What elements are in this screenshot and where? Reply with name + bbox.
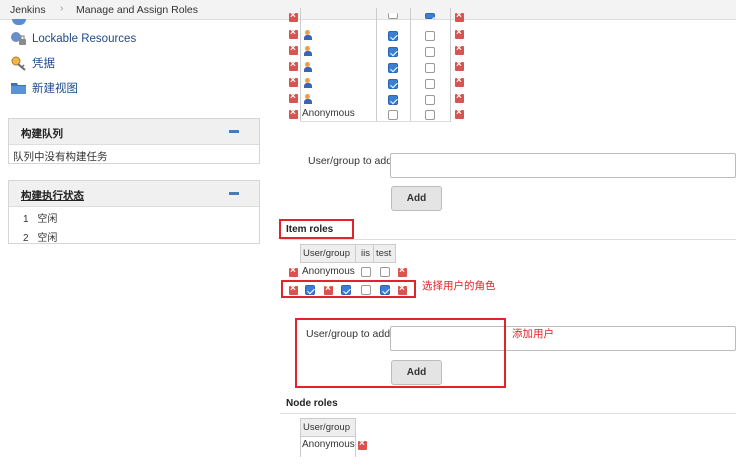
role-checkbox[interactable] <box>388 31 398 41</box>
sidebar-item-credentials[interactable]: 凭据 <box>10 54 55 72</box>
breadcrumb-home[interactable]: Jenkins <box>10 4 46 16</box>
user-icon <box>304 46 312 56</box>
executor-state: 空闲 <box>37 214 58 225</box>
role-checkbox[interactable] <box>388 79 398 89</box>
column-header-user-group: User/group <box>303 422 350 433</box>
executor-number: 2 <box>23 233 29 244</box>
breadcrumb: Jenkins › Manage and Assign Roles <box>0 0 736 20</box>
delete-icon[interactable] <box>289 107 298 119</box>
global-add-button[interactable]: Add <box>391 186 442 211</box>
column-header-iis: iis <box>361 248 370 259</box>
role-checkbox[interactable] <box>425 63 435 73</box>
role-checkbox-test[interactable] <box>380 267 390 277</box>
user-icon <box>304 94 312 104</box>
delete-icon[interactable] <box>398 265 407 277</box>
user-icon <box>304 62 312 72</box>
sidebar-item-new-view[interactable]: 新建视图 <box>10 79 78 97</box>
row-user-name: Anonymous <box>302 266 355 277</box>
annotation-add-user: 添加用户 <box>512 328 554 340</box>
role-checkbox[interactable] <box>388 47 398 57</box>
role-checkbox[interactable] <box>425 47 435 57</box>
collapse-icon[interactable] <box>229 130 239 133</box>
delete-icon[interactable] <box>289 59 298 71</box>
user-icon <box>304 78 312 88</box>
annotation-select-role: 选择用户的角色 <box>422 280 496 292</box>
role-checkbox[interactable] <box>388 63 398 73</box>
column-header-user-group: User/group <box>303 248 350 259</box>
executor-row: 1 空闲 <box>23 210 57 225</box>
executor-status-title[interactable]: 构建执行状态 <box>21 188 84 203</box>
delete-icon[interactable] <box>289 91 298 103</box>
sidebar-item-label: 凭据 <box>32 58 55 70</box>
build-queue-title: 构建队列 <box>21 128 63 140</box>
sidebar-item-lockable-resources[interactable]: Lockable Resources <box>10 30 136 48</box>
delete-icon[interactable] <box>455 75 464 87</box>
role-checkbox[interactable] <box>425 13 435 19</box>
role-checkbox[interactable] <box>388 110 398 120</box>
node-roles-title: Node roles <box>286 398 338 409</box>
role-checkbox[interactable] <box>425 79 435 89</box>
column-header-test: test <box>376 248 392 259</box>
role-checkbox[interactable] <box>425 110 435 120</box>
annotation-box-item-roles <box>279 219 354 239</box>
role-checkbox[interactable] <box>388 13 398 19</box>
executor-status-header: 构建执行状态 <box>9 181 259 207</box>
annotation-box-select-role <box>281 280 416 298</box>
delete-icon[interactable] <box>455 43 464 55</box>
delete-icon[interactable] <box>455 27 464 39</box>
global-add-label: User/group to add <box>308 155 393 167</box>
build-queue-header: 构建队列 <box>9 119 259 145</box>
sidebar-partial-icon[interactable] <box>12 19 26 25</box>
role-checkbox[interactable] <box>425 95 435 105</box>
folder-icon <box>10 80 28 96</box>
executor-state: 空闲 <box>37 233 58 244</box>
delete-icon[interactable] <box>289 27 298 39</box>
breadcrumb-current[interactable]: Manage and Assign Roles <box>76 4 198 16</box>
executor-row: 2 空闲 <box>23 229 57 244</box>
delete-icon[interactable] <box>358 438 367 450</box>
delete-icon[interactable] <box>289 265 298 277</box>
sidebar-item-label: 新建视图 <box>32 83 78 95</box>
executor-number: 1 <box>23 214 29 225</box>
executor-status-pane: 构建执行状态 1 空闲 2 空闲 <box>8 180 260 244</box>
build-queue-pane: 构建队列 队列中没有构建任务 <box>8 118 260 164</box>
section-divider <box>280 239 736 240</box>
delete-icon[interactable] <box>455 10 464 22</box>
row-user-name: Anonymous <box>302 108 355 119</box>
delete-icon[interactable] <box>455 107 464 119</box>
sidebar-item-label: Lockable Resources <box>32 33 137 45</box>
annotation-box-add-user <box>295 318 506 388</box>
role-checkbox[interactable] <box>388 95 398 105</box>
section-divider <box>280 413 736 414</box>
role-checkbox[interactable] <box>425 31 435 41</box>
delete-icon[interactable] <box>455 91 464 103</box>
global-user-input[interactable] <box>390 153 736 178</box>
breadcrumb-separator: › <box>60 3 64 14</box>
delete-icon[interactable] <box>289 75 298 87</box>
collapse-icon[interactable] <box>229 192 239 195</box>
delete-icon[interactable] <box>289 43 298 55</box>
lock-resource-icon <box>10 31 28 47</box>
user-icon <box>304 30 312 40</box>
role-checkbox-iis[interactable] <box>361 267 371 277</box>
delete-icon[interactable] <box>455 59 464 71</box>
build-queue-empty-text: 队列中没有构建任务 <box>13 151 108 163</box>
row-user-name: Anonymous <box>302 439 355 450</box>
delete-icon[interactable] <box>289 10 298 22</box>
credentials-key-icon <box>10 55 28 71</box>
